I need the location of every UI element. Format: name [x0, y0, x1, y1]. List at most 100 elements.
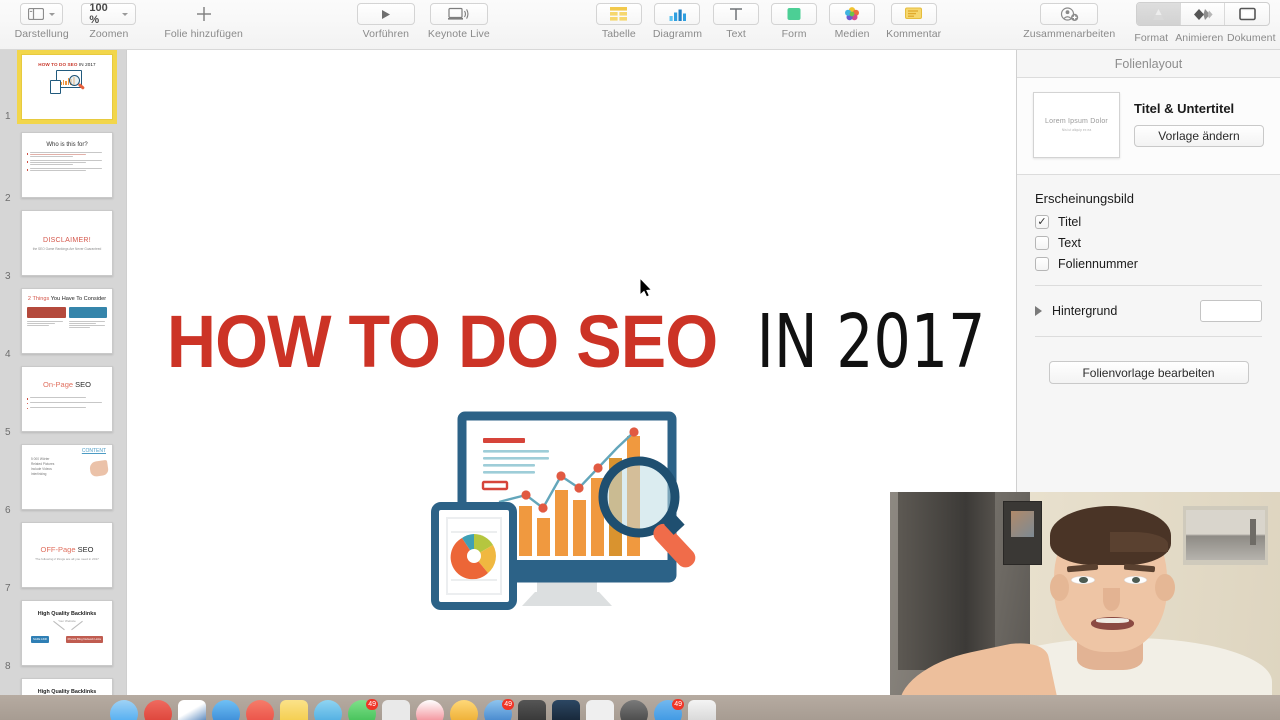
navigator-slide-2[interactable]: 2 Who is this for? [0, 128, 126, 206]
toolbar-insert-group: Tabelle Diagramm Text Form Medien Kommen… [595, 0, 941, 50]
dock-icon-system[interactable] [620, 700, 648, 720]
dock-icon-safari[interactable] [178, 700, 206, 720]
toolbar-media-button[interactable]: Medien [828, 0, 876, 40]
webcam-picture-frame-large [1182, 505, 1269, 565]
slide-thumbnail[interactable]: High Quality Backlinks Your Website [21, 678, 113, 695]
edit-master-slide-button[interactable]: Folienvorlage bearbeiten [1048, 361, 1249, 384]
toolbar-play-button[interactable]: Vorführen [351, 0, 421, 40]
slide-thumbnail[interactable]: 2 Things You Have To Consider [21, 288, 113, 354]
background-row[interactable]: Hintergrund [1017, 300, 1280, 322]
tab-document[interactable] [1225, 3, 1269, 25]
shape-button-face[interactable] [771, 3, 818, 25]
dock-icon-launchpad[interactable] [144, 700, 172, 720]
navigator-slide-6[interactable]: 6 CONTENT 5 000 Wörter Related Pictures In… [0, 440, 126, 518]
toolbar-zoom-button[interactable]: 100 % Zoomen [81, 0, 137, 40]
toolbar-view-button[interactable]: Darstellung [15, 0, 69, 40]
toolbar-keynote-live-label: Keynote Live [427, 28, 490, 40]
tab-document-label: Dokument [1226, 32, 1276, 44]
navigator-slide-5[interactable]: 5 On-Page SEO [0, 362, 126, 440]
toolbar-add-slide-button[interactable]: Folie hinzufügen [164, 0, 243, 40]
disclosure-triangle-icon[interactable] [1035, 306, 1042, 316]
dock-icon-terminal[interactable] [518, 700, 546, 720]
dock-icon-strip[interactable]: 49 49 49 [110, 699, 716, 720]
slide-number: 8 [5, 661, 11, 672]
dock-badge-dropbox: 49 [672, 699, 684, 710]
slide-title-red: HOW TO DO SEO [166, 300, 718, 383]
slide-thumbnail[interactable]: HOW TO DO SEO IN 2017 [17, 50, 117, 124]
chart-button-face[interactable] [654, 3, 701, 25]
dock-icon-messages[interactable]: 49 [348, 699, 378, 720]
slide-thumbnail[interactable]: Who is this for? [21, 132, 113, 198]
tab-animate[interactable] [1181, 3, 1226, 25]
appearance-heading: Erscheinungsbild [1035, 191, 1135, 206]
toolbar-comment-button[interactable]: Kommentar [886, 0, 941, 40]
toolbar-table-button[interactable]: Tabelle [595, 0, 643, 40]
tab-format[interactable] [1137, 3, 1182, 25]
navigator-slide-1[interactable]: 1 HOW TO DO SEO IN 2017 [0, 50, 126, 128]
checkbox-title[interactable]: ✓ [1035, 215, 1049, 229]
slide-canvas-area[interactable]: HOW TO DO SEO IN 2017 [126, 50, 1016, 695]
macos-dock[interactable]: 49 49 49 [0, 695, 1280, 720]
collaborate-button-face[interactable] [1040, 3, 1099, 25]
slide-navigator[interactable]: 1 HOW TO DO SEO IN 2017 2 Who is this fo [0, 50, 126, 695]
slide-title-black: IN 2017 [756, 299, 986, 385]
navigator-slide-7[interactable]: 7 OFF-Page SEO The following 2 things ar… [0, 518, 126, 596]
current-slide[interactable]: HOW TO DO SEO IN 2017 [129, 50, 1015, 695]
text-button-face[interactable] [713, 3, 760, 25]
media-photos-icon [845, 7, 860, 21]
dock-icon-finalcut[interactable] [552, 700, 580, 720]
dock-icon-calendar[interactable] [382, 700, 410, 720]
table-button-face[interactable] [595, 3, 642, 25]
add-slide-button-face[interactable] [184, 3, 224, 25]
slide-thumbnail[interactable]: CONTENT 5 000 Wörter Related Pictures Incl… [21, 444, 113, 510]
toolbar-shape-button[interactable]: Form [770, 0, 818, 40]
background-color-swatch[interactable] [1200, 300, 1262, 322]
checkbox-slide-number[interactable] [1035, 257, 1049, 271]
dock-icon-maps[interactable] [314, 700, 342, 720]
dock-badge-chrome: 49 [502, 699, 514, 710]
navigator-slide-3[interactable]: 3 DISCLAIMER! the SEO Game Rankings Are … [0, 206, 126, 284]
navigator-slide-4[interactable]: 4 2 Things You Have To Consider [0, 284, 126, 362]
toolbar-table-label: Tabelle [601, 28, 636, 40]
slide-thumbnail[interactable]: OFF-Page SEO The following 2 things are … [21, 522, 113, 588]
dock-icon-trash[interactable] [688, 700, 716, 720]
zoom-button-face[interactable]: 100 % [81, 2, 137, 26]
dock-icon-chrome[interactable]: 49 [484, 699, 514, 720]
navigator-slide-9[interactable]: High Quality Backlinks Your Website [0, 674, 126, 695]
slide-thumbnail[interactable]: High Quality Backlinks Your Website SAFE… [21, 600, 113, 666]
keynote-live-button-face[interactable] [429, 3, 488, 25]
comment-button-face[interactable] [890, 3, 937, 25]
layout-preview-thumbnail[interactable]: Lorem Ipsum Dolor Nisi ut aliquip ex ea [1033, 92, 1120, 158]
checkbox-row-text[interactable]: Text [1035, 236, 1262, 250]
dock-icon-keynote[interactable] [450, 700, 478, 720]
paintbrush-icon [1153, 8, 1165, 20]
thumb-chip-right: Private Blog Network Links [65, 636, 103, 643]
toolbar-collaborate-button[interactable]: Zusammenarbeiten [1009, 0, 1129, 40]
illustration-svg [431, 411, 696, 610]
media-button-face[interactable] [829, 3, 876, 25]
slide-title[interactable]: HOW TO DO SEO IN 2017 [129, 299, 1015, 385]
toolbar-chart-button[interactable]: Diagramm [653, 0, 702, 40]
checkbox-row-title[interactable]: ✓ Titel [1035, 215, 1262, 229]
dock-icon-audio[interactable] [586, 700, 614, 720]
toolbar-keynote-live-button[interactable]: Keynote Live [421, 0, 497, 40]
checkbox-text[interactable] [1035, 236, 1049, 250]
checkbox-row-slidenumber[interactable]: Foliennummer [1035, 257, 1262, 271]
inspector-tab-segment[interactable] [1136, 2, 1271, 26]
table-icon [610, 7, 628, 21]
navigator-slide-8[interactable]: 8 High Quality Backlinks Your Website SA… [0, 596, 126, 674]
toolbar-text-button[interactable]: Text [712, 0, 760, 40]
view-button-face[interactable] [20, 3, 64, 25]
webcam-person-nose [1102, 587, 1121, 611]
slide-thumbnail[interactable]: On-Page SEO [21, 366, 113, 432]
dock-icon-notes[interactable] [280, 700, 308, 720]
play-button-face[interactable] [356, 3, 415, 25]
slide-thumbnail[interactable]: DISCLAIMER! the SEO Game Rankings Are Ne… [21, 210, 113, 276]
seo-analytics-illustration[interactable] [427, 410, 737, 640]
dock-icon-photos[interactable] [246, 700, 274, 720]
dock-icon-mail[interactable] [212, 700, 240, 720]
dock-icon-music[interactable] [416, 700, 444, 720]
dock-icon-finder[interactable] [110, 700, 138, 720]
dock-icon-dropbox[interactable]: 49 [654, 699, 684, 720]
change-template-button[interactable]: Vorlage ändern [1134, 125, 1264, 147]
